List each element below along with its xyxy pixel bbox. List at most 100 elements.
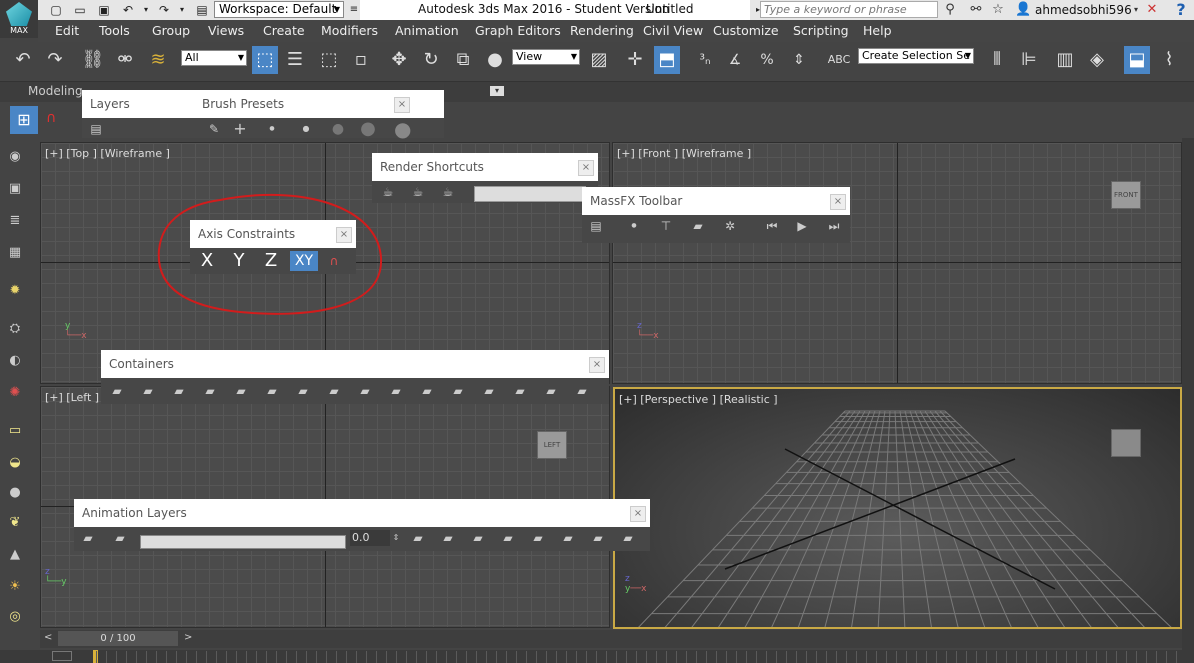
anim-layer-dropdown[interactable] <box>140 535 346 549</box>
close-icon[interactable]: × <box>589 357 605 373</box>
sun-icon[interactable]: ☀ <box>6 578 24 596</box>
time-counter[interactable]: 0 / 100 <box>58 631 178 646</box>
animation-layers-title[interactable]: Animation Layers <box>74 499 650 527</box>
help-icon[interactable]: ? <box>1168 0 1194 20</box>
menu-customize[interactable]: Customize <box>713 23 779 38</box>
undo-quick-icon[interactable]: ↶ <box>120 2 136 18</box>
menu-help[interactable]: Help <box>863 23 892 38</box>
undo-dropdown-icon[interactable]: ▾ <box>138 2 154 18</box>
eye-icon[interactable]: ◉ <box>6 148 24 166</box>
brush-preset-5-icon[interactable]: ● <box>394 119 411 139</box>
list-icon[interactable]: ≣ <box>6 212 24 230</box>
keyboard-shortcut-override-icon[interactable]: ⬒ <box>654 46 680 74</box>
container-tool-icon[interactable]: ▰ <box>264 384 280 398</box>
place-icon[interactable]: ● <box>482 46 508 74</box>
brush-preset-3-icon[interactable]: ● <box>330 122 346 136</box>
subscription-icon[interactable]: ⚯ <box>968 2 984 18</box>
window-crossing-icon[interactable]: ▫ <box>348 46 374 74</box>
add-preset-icon[interactable]: + <box>232 121 248 137</box>
render-preset-b-icon[interactable]: ☕ <box>410 185 426 199</box>
anim-layer-tool-icon[interactable]: ▰ <box>590 531 606 545</box>
unlink-icon[interactable]: ⚮ <box>112 46 138 74</box>
close-icon[interactable]: × <box>630 506 646 522</box>
cone-icon[interactable]: ▲ <box>6 546 24 564</box>
anim-layer-weight[interactable]: 0.0 <box>350 530 390 546</box>
layers-title[interactable]: Layers <box>82 90 194 118</box>
torus-icon[interactable]: ◎ <box>6 608 24 626</box>
render-preset-c-icon[interactable]: ☕ <box>440 185 456 199</box>
anim-layer-tool-icon[interactable]: ▰ <box>410 531 426 545</box>
shell-icon[interactable]: ❦ <box>6 514 24 532</box>
anim-layer-tool-icon[interactable]: ▰ <box>620 531 636 545</box>
anim-layer-tool-icon[interactable]: ▰ <box>530 531 546 545</box>
camera-icon[interactable]: ▣ <box>6 180 24 198</box>
select-object-icon[interactable]: ⬚ <box>252 46 278 74</box>
viewport-front[interactable]: [+] [Front ] [Wireframe ] FRONT z └──x <box>612 142 1182 384</box>
time-slider[interactable] <box>40 630 1182 648</box>
viewport-label-top[interactable]: [+] [Top ] [Wireframe ] <box>45 147 170 160</box>
rotate-icon[interactable]: ↻ <box>418 46 444 74</box>
brush-manager-icon[interactable]: ✎ <box>206 122 222 136</box>
anim-layer-tool-icon[interactable]: ▰ <box>560 531 576 545</box>
containers-title[interactable]: Containers <box>101 350 609 378</box>
time-next-icon[interactable]: > <box>184 632 192 643</box>
menu-views[interactable]: Views <box>208 23 244 38</box>
toggle-scene-explorer-icon[interactable]: ▥ <box>1052 46 1078 74</box>
ragdoll-icon[interactable]: ✲ <box>722 219 738 233</box>
menu-edit[interactable]: Edit <box>55 23 79 38</box>
curve-editor-icon[interactable]: ⌇ <box>1156 46 1182 74</box>
menu-scripting[interactable]: Scripting <box>793 23 849 38</box>
systems-icon[interactable]: ✺ <box>6 384 24 402</box>
exchange-apps-icon[interactable]: ✕ <box>1144 2 1160 18</box>
container-tool-icon[interactable]: ▰ <box>171 384 187 398</box>
close-icon[interactable]: × <box>578 160 594 176</box>
menu-group[interactable]: Group <box>152 23 190 38</box>
mini-curve-editor-icon[interactable] <box>52 651 72 661</box>
time-prev-icon[interactable]: < <box>44 632 52 643</box>
container-tool-icon[interactable]: ▰ <box>512 384 528 398</box>
container-tool-icon[interactable]: ▰ <box>481 384 497 398</box>
ribbon-tab-modeling[interactable]: Modeling <box>28 84 83 98</box>
menu-create[interactable]: Create <box>263 23 305 38</box>
user-name[interactable]: ahmedsobhi596 <box>1035 2 1132 18</box>
start-simulation-icon[interactable]: ▶ <box>794 219 810 233</box>
container-tool-icon[interactable]: ▰ <box>388 384 404 398</box>
container-tool-icon[interactable]: ▰ <box>326 384 342 398</box>
viewport-perspective[interactable]: [+] [Perspective ] [Realistic ] z y──x <box>613 387 1182 629</box>
enable-anim-layers-icon[interactable]: ▰ <box>80 531 96 545</box>
reference-coord-dropdown[interactable]: View ▼ <box>512 49 580 65</box>
viewport-label-front[interactable]: [+] [Front ] [Wireframe ] <box>617 147 751 160</box>
toggle-ribbon-icon[interactable]: ⬓ <box>1124 46 1150 74</box>
select-by-name-icon[interactable]: ☰ <box>282 46 308 74</box>
container-tool-icon[interactable]: ▰ <box>450 384 466 398</box>
anim-layer-tool-icon[interactable]: ▰ <box>500 531 516 545</box>
workspace-dropdown[interactable]: Workspace: Default ▼ <box>214 1 344 18</box>
named-selection-sets-dropdown[interactable]: Create Selection Se ▼ <box>858 48 974 64</box>
brush-preset-1-icon[interactable]: ● <box>264 122 280 136</box>
move-icon[interactable]: ✥ <box>386 46 412 74</box>
app-logo[interactable]: MAX <box>0 0 38 38</box>
binoculars-icon[interactable]: ⚲ <box>942 2 958 18</box>
help-search-input[interactable]: Type a keyword or phrase <box>760 1 938 18</box>
view-cube[interactable]: FRONT <box>1111 181 1141 209</box>
rigid-body-icon[interactable]: ● <box>626 219 642 233</box>
project-folder-icon[interactable]: ▤ <box>194 2 210 18</box>
spinner-snap-icon[interactable]: ⇕ <box>786 46 812 74</box>
spacewarp-icon[interactable]: ◐ <box>6 352 24 370</box>
reset-simulation-icon[interactable]: ⏮ <box>764 219 780 233</box>
render-shortcuts-title[interactable]: Render Shortcuts <box>372 153 598 181</box>
view-cube[interactable] <box>1111 429 1141 457</box>
mirror-icon[interactable]: ⫴ <box>984 46 1010 74</box>
layer-manager-icon[interactable]: ▤ <box>88 122 104 136</box>
box-icon[interactable]: ▭ <box>6 422 24 440</box>
render-preset-dropdown[interactable] <box>474 186 586 202</box>
container-tool-icon[interactable]: ▰ <box>357 384 373 398</box>
table-icon[interactable]: ▦ <box>6 244 24 262</box>
open-file-icon[interactable]: ▭ <box>72 2 88 18</box>
container-tool-icon[interactable]: ▰ <box>233 384 249 398</box>
viewport-label-left[interactable]: [+] [Left ] <box>45 391 99 404</box>
brush-preset-2-icon[interactable]: ● <box>298 122 314 136</box>
select-manipulate-icon[interactable]: ✛ <box>622 46 648 74</box>
user-icon[interactable]: 👤 <box>1015 2 1031 18</box>
weight-spinner-icon[interactable]: ⇕ <box>388 531 404 545</box>
